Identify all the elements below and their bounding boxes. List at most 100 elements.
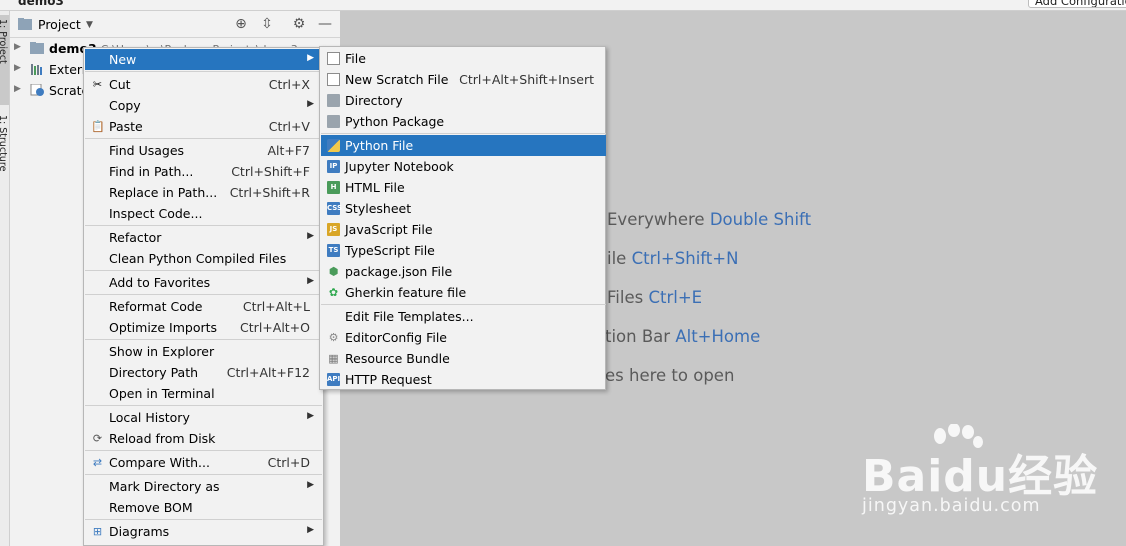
- submenu-arrow-icon: ▶: [307, 276, 314, 286]
- package-icon: [327, 115, 340, 128]
- menu-item-local-history[interactable]: Local History ▶: [85, 407, 322, 428]
- api-icon: API: [327, 373, 340, 386]
- html-icon: H: [327, 181, 340, 194]
- menu-item-refactor[interactable]: Refactor ▶: [85, 227, 322, 248]
- menu-separator: [85, 519, 322, 520]
- watermark-brand: Baidu经验: [862, 451, 1099, 502]
- new-item-html-file[interactable]: H HTML File: [321, 177, 606, 198]
- cucumber-icon: ✿: [328, 286, 339, 299]
- hint-search-everywhere: Everywhere Double Shift: [607, 210, 812, 229]
- gear-icon[interactable]: ⚙: [290, 15, 308, 33]
- menu-item-diagrams[interactable]: ⊞ Diagrams ▶: [85, 521, 322, 542]
- locate-icon[interactable]: ⊕: [232, 15, 250, 33]
- expand-arrow-icon[interactable]: ▶: [14, 42, 21, 52]
- new-item-python-file[interactable]: Python File: [321, 135, 606, 156]
- baidu-watermark: Baidu经验 jingyan.baidu.com: [862, 424, 1122, 534]
- menu-separator: [85, 71, 322, 72]
- menu-item-find-usages[interactable]: Find Usages Alt+F7: [85, 140, 322, 161]
- new-item-gherkin-feature[interactable]: ✿ Gherkin feature file: [321, 282, 606, 303]
- scissors-icon: ✂: [92, 78, 103, 91]
- run-config-dropdown[interactable]: Add Configuration...: [1028, 0, 1126, 8]
- project-folder-icon: [18, 18, 32, 30]
- menu-item-find-in-path[interactable]: Find in Path... Ctrl+Shift+F: [85, 161, 322, 182]
- hint-drop-files: es here to open: [605, 366, 735, 385]
- folder-icon: [327, 94, 340, 107]
- clipboard-icon: 📋: [91, 120, 105, 133]
- expand-arrow-icon[interactable]: ▶: [14, 63, 21, 73]
- new-item-python-package[interactable]: Python Package: [321, 111, 606, 132]
- menu-separator: [85, 474, 322, 475]
- nodejs-icon: ⬢: [328, 265, 339, 278]
- submenu-arrow-icon: ▶: [307, 99, 314, 109]
- menu-item-add-to-favorites[interactable]: Add to Favorites ▶: [85, 272, 322, 293]
- collapse-all-icon[interactable]: ⇳: [258, 15, 276, 33]
- menu-item-open-in-terminal[interactable]: Open in Terminal: [85, 383, 322, 404]
- menu-item-compare-with[interactable]: ⇄ Compare With... Ctrl+D: [85, 452, 322, 473]
- menu-item-optimize-imports[interactable]: Optimize Imports Ctrl+Alt+O: [85, 317, 322, 338]
- new-item-edit-file-templates[interactable]: Edit File Templates...: [321, 306, 606, 327]
- project-context-menu: New ▶ ✂ Cut Ctrl+X Copy ▶ 📋 Paste Ctrl+V Find …: [83, 47, 324, 546]
- menu-item-inspect-code[interactable]: Inspect Code...: [85, 203, 322, 224]
- menu-separator: [85, 270, 322, 271]
- new-item-file[interactable]: File: [321, 48, 606, 69]
- menu-item-remove-bom[interactable]: Remove BOM: [85, 497, 322, 518]
- menu-item-mark-directory-as[interactable]: Mark Directory as ▶: [85, 476, 322, 497]
- submenu-arrow-icon: ▶: [307, 411, 314, 421]
- new-item-package-json[interactable]: ⬢ package.json File: [321, 261, 606, 282]
- submenu-arrow-icon: ▶: [307, 480, 314, 490]
- menu-item-directory-path[interactable]: Directory Path Ctrl+Alt+F12: [85, 362, 322, 383]
- menu-separator: [85, 294, 322, 295]
- new-submenu: File New Scratch File Ctrl+Alt+Shift+Inse…: [319, 46, 606, 390]
- menu-item-show-in-explorer[interactable]: Show in Explorer: [85, 341, 322, 362]
- hint-navigation-bar: tion Bar Alt+Home: [605, 327, 761, 346]
- diagram-icon: ⊞: [92, 525, 103, 538]
- javascript-icon: JS: [327, 223, 340, 236]
- tool-window-strip: 1: Project 1: Structure: [0, 11, 10, 546]
- css-icon: CSS: [327, 202, 342, 215]
- file-icon: [327, 52, 340, 65]
- scratch-file-icon: [327, 73, 340, 86]
- tool-window-structure-tab[interactable]: 1: Structure: [0, 111, 9, 201]
- folder-icon: [30, 42, 44, 54]
- menu-separator: [85, 339, 322, 340]
- new-item-editorconfig[interactable]: ⚙ EditorConfig File: [321, 327, 606, 348]
- jupyter-icon: IP: [327, 160, 340, 173]
- scratches-icon: [30, 84, 44, 96]
- new-item-directory[interactable]: Directory: [321, 90, 606, 111]
- new-item-scratch-file[interactable]: New Scratch File Ctrl+Alt+Shift+Insert: [321, 69, 606, 90]
- menu-item-copy[interactable]: Copy ▶: [85, 95, 322, 116]
- new-item-stylesheet[interactable]: CSS Stylesheet: [321, 198, 606, 219]
- menu-separator: [85, 450, 322, 451]
- expand-arrow-icon[interactable]: ▶: [14, 84, 21, 94]
- menu-item-replace-in-path[interactable]: Replace in Path... Ctrl+Shift+R: [85, 182, 322, 203]
- submenu-arrow-icon: ▶: [307, 53, 314, 63]
- reload-icon: ⟳: [92, 432, 103, 445]
- hint-recent-files: Files Ctrl+E: [607, 288, 703, 307]
- menu-separator: [85, 225, 322, 226]
- tool-window-project-tab[interactable]: 1: Project: [0, 15, 9, 105]
- python-icon: [327, 139, 340, 152]
- menu-item-reformat-code[interactable]: Reformat Code Ctrl+Alt+L: [85, 296, 322, 317]
- new-item-javascript-file[interactable]: JS JavaScript File: [321, 219, 606, 240]
- hint-go-to-file: ile Ctrl+Shift+N: [607, 249, 739, 268]
- menu-item-reload-from-disk[interactable]: ⟳ Reload from Disk: [85, 428, 322, 449]
- compare-icon: ⇄: [92, 456, 103, 469]
- new-item-typescript-file[interactable]: TS TypeScript File: [321, 240, 606, 261]
- new-item-jupyter-notebook[interactable]: IP Jupyter Notebook: [321, 156, 606, 177]
- library-icon: [31, 64, 42, 75]
- minimize-icon[interactable]: —: [316, 15, 334, 33]
- chevron-down-icon[interactable]: ▼: [86, 20, 93, 30]
- menu-separator: [85, 138, 322, 139]
- new-item-resource-bundle[interactable]: ▦ Resource Bundle: [321, 348, 606, 369]
- menu-item-cut[interactable]: ✂ Cut Ctrl+X: [85, 74, 322, 95]
- resource-bundle-icon: ▦: [328, 352, 339, 365]
- typescript-icon: TS: [327, 244, 340, 257]
- new-item-http-request[interactable]: API HTTP Request: [321, 369, 606, 390]
- project-panel-header: Project ▼ ⊕ ⇳ ⚙ —: [10, 11, 340, 38]
- menu-item-new[interactable]: New ▶: [85, 49, 322, 70]
- menu-item-paste[interactable]: 📋 Paste Ctrl+V: [85, 116, 322, 137]
- watermark-url: jingyan.baidu.com: [862, 496, 1041, 516]
- menu-item-clean-python-compiled[interactable]: Clean Python Compiled Files: [85, 248, 322, 269]
- menu-separator: [85, 405, 322, 406]
- project-view-selector[interactable]: Project: [38, 17, 81, 32]
